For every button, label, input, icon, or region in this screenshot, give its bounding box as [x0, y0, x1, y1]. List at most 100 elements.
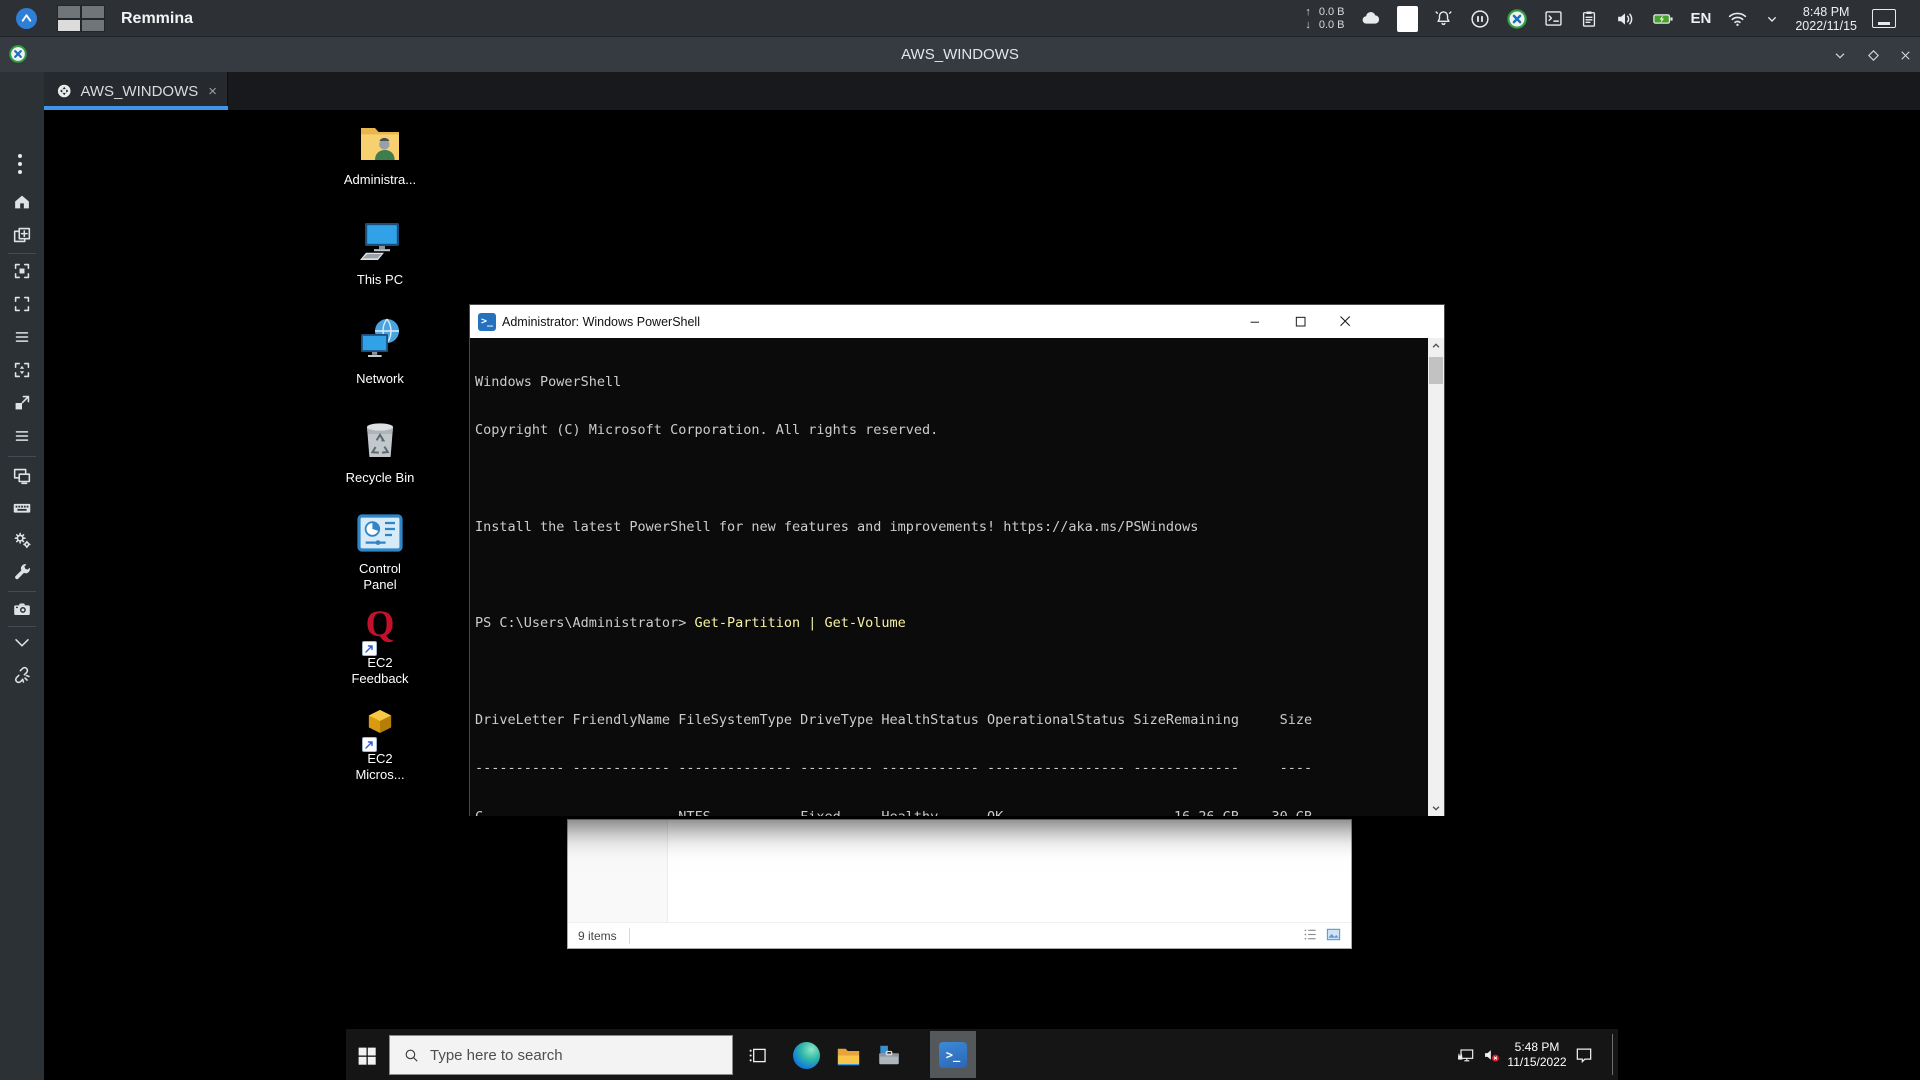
settings-gears-icon[interactable] — [11, 529, 33, 551]
powershell-window[interactable]: >_ Administrator: Windows PowerShell Win… — [469, 304, 1445, 816]
search-icon — [405, 1049, 418, 1062]
scroll-up-icon[interactable] — [1428, 338, 1444, 354]
workspace-switcher[interactable] — [57, 5, 105, 32]
table-row: C NTFS Fixed Healthy OK 16.26 GB 30 GB — [475, 809, 1428, 816]
tab-label: AWS_WINDOWS — [80, 82, 199, 100]
network-icon — [356, 317, 404, 368]
cloud-icon[interactable] — [1360, 8, 1382, 30]
edge-icon[interactable] — [792, 1041, 820, 1069]
control-panel-icon — [356, 513, 404, 558]
multi-monitor-icon[interactable] — [11, 465, 33, 487]
desktop-icon-network[interactable]: Network — [336, 317, 424, 387]
close-window-button[interactable] — [1893, 43, 1917, 67]
menu-icon[interactable] — [11, 326, 33, 348]
clipboard-icon[interactable] — [1579, 9, 1599, 29]
show-desktop-divider[interactable] — [1612, 1034, 1613, 1075]
battery-charging-icon[interactable] — [1651, 8, 1676, 30]
desktop-icon-ec2-feedback[interactable]: Q EC2 Feedback — [336, 606, 424, 686]
system-tray: ↑ 0.0 B ↓ 0.0 B EN 8:48 PM 2022/11/15 — [1305, 0, 1896, 37]
minimize-icon[interactable] — [11, 632, 33, 654]
toolbar-separator — [8, 253, 36, 254]
explorer-status-bar: 9 items — [568, 922, 1351, 948]
minimize-window-button[interactable] — [1828, 43, 1852, 67]
maximize-button[interactable] — [1278, 305, 1323, 338]
pause-icon[interactable] — [1469, 8, 1491, 30]
monitor-icon[interactable] — [1872, 9, 1896, 28]
screenshot-icon[interactable] — [11, 598, 33, 620]
console-scrollbar[interactable] — [1428, 338, 1444, 816]
task-view-icon[interactable] — [745, 1043, 771, 1067]
kebab-menu-icon[interactable] — [18, 154, 26, 178]
server-manager-icon[interactable] — [875, 1041, 903, 1069]
speaker-icon[interactable] — [1614, 8, 1636, 30]
minimize-button[interactable] — [1233, 305, 1278, 338]
thumbnail-view-icon[interactable] — [1326, 927, 1341, 945]
resize-window-icon[interactable] — [11, 392, 33, 414]
dynamic-resolution-icon[interactable] — [11, 359, 33, 381]
home-icon[interactable] — [11, 191, 33, 213]
start-button[interactable] — [352, 1042, 380, 1068]
fullscreen-icon[interactable] — [11, 293, 33, 315]
toolbar-separator — [8, 626, 36, 627]
display-cast-icon[interactable] — [1396, 5, 1418, 32]
file-explorer-window[interactable]: 9 items — [567, 819, 1352, 949]
remmina-icon[interactable] — [1506, 8, 1528, 30]
restore-window-button[interactable] — [1861, 43, 1885, 67]
desktop-icon-recycle-bin[interactable]: Recycle Bin — [336, 416, 424, 486]
explorer-navigation-pane[interactable] — [568, 820, 668, 922]
clock[interactable]: 8:48 PM 2022/11/15 — [1795, 5, 1857, 33]
search-input[interactable] — [430, 1046, 710, 1064]
action-center-icon[interactable] — [1572, 1044, 1596, 1066]
powershell-icon: >_ — [478, 312, 496, 331]
details-view-icon[interactable] — [1303, 927, 1318, 945]
item-count: 9 items — [578, 928, 617, 943]
connection-title: AWS_WINDOWS — [901, 46, 1019, 63]
toolbar-separator — [8, 456, 36, 457]
connection-tab-bar: AWS_WINDOWS × — [44, 72, 1920, 110]
taskbar-search[interactable] — [389, 1035, 733, 1075]
powershell-taskbar-button[interactable]: >_ — [930, 1031, 976, 1078]
open-connection-icon[interactable] — [11, 224, 33, 246]
taskbar-clock[interactable]: 5:48 PM 11/15/2022 — [1498, 1029, 1576, 1080]
tools-icon[interactable] — [11, 561, 33, 583]
wifi-icon[interactable] — [1726, 7, 1749, 30]
powershell-icon: >_ — [939, 1041, 967, 1068]
activities-button[interactable] — [16, 8, 37, 29]
recycle-bin-icon — [358, 416, 402, 467]
workspace-4[interactable] — [82, 19, 104, 31]
desktop-icon-label: Network — [356, 371, 404, 386]
desktop-icon-ec2-microsoft[interactable]: EC2 Micros... — [336, 706, 424, 782]
workspace-3-active[interactable] — [58, 19, 80, 31]
shortcut-arrow-badge — [362, 641, 377, 656]
desktop-icon-label: EC2 Micros... — [355, 751, 405, 782]
file-explorer-icon[interactable] — [834, 1041, 862, 1069]
desktop-icon-administrator[interactable]: Administra... — [336, 120, 424, 188]
desktop-icon-this-pc[interactable]: This PC — [336, 218, 424, 288]
remmina-connection-titlebar[interactable]: AWS_WINDOWS — [0, 37, 1920, 72]
toggle-scaled-mode-icon[interactable] — [11, 260, 33, 282]
upload-arrow-icon: ↑ — [1305, 5, 1311, 18]
scrollbar-thumb[interactable] — [1429, 357, 1443, 384]
workspace-1[interactable] — [58, 6, 80, 18]
network-speed-indicator: ↑ 0.0 B ↓ 0.0 B — [1305, 5, 1345, 31]
workspace-2[interactable] — [82, 6, 104, 18]
preferences-menu-icon[interactable] — [11, 425, 33, 447]
scroll-down-icon[interactable] — [1428, 800, 1444, 816]
gnome-top-bar: Remmina ↑ 0.0 B ↓ 0.0 B EN 8:48 PM 2022/… — [0, 0, 1920, 37]
disconnect-icon[interactable] — [11, 664, 33, 686]
desktop-icon-label: Administra... — [343, 172, 417, 187]
network-tray-icon[interactable] — [1454, 1044, 1478, 1066]
focused-app-title[interactable]: Remmina — [121, 0, 193, 37]
tab-close-icon[interactable]: × — [208, 83, 217, 100]
chevron-down-icon[interactable] — [1764, 11, 1780, 27]
close-button[interactable] — [1323, 305, 1368, 338]
keyboard-grab-icon[interactable] — [11, 497, 33, 519]
desktop-icon-control-panel[interactable]: Control Panel — [336, 513, 424, 592]
desktop-icon-label: This PC — [356, 272, 404, 287]
terminal-icon[interactable] — [1543, 8, 1564, 29]
bell-icon[interactable] — [1433, 8, 1454, 29]
tab-aws-windows[interactable]: AWS_WINDOWS × — [44, 72, 228, 110]
console-output[interactable]: Windows PowerShell Copyright (C) Microso… — [470, 338, 1428, 816]
language-indicator[interactable]: EN — [1691, 10, 1712, 27]
table-separator: ----------- ------------ -------------- … — [475, 760, 1313, 777]
